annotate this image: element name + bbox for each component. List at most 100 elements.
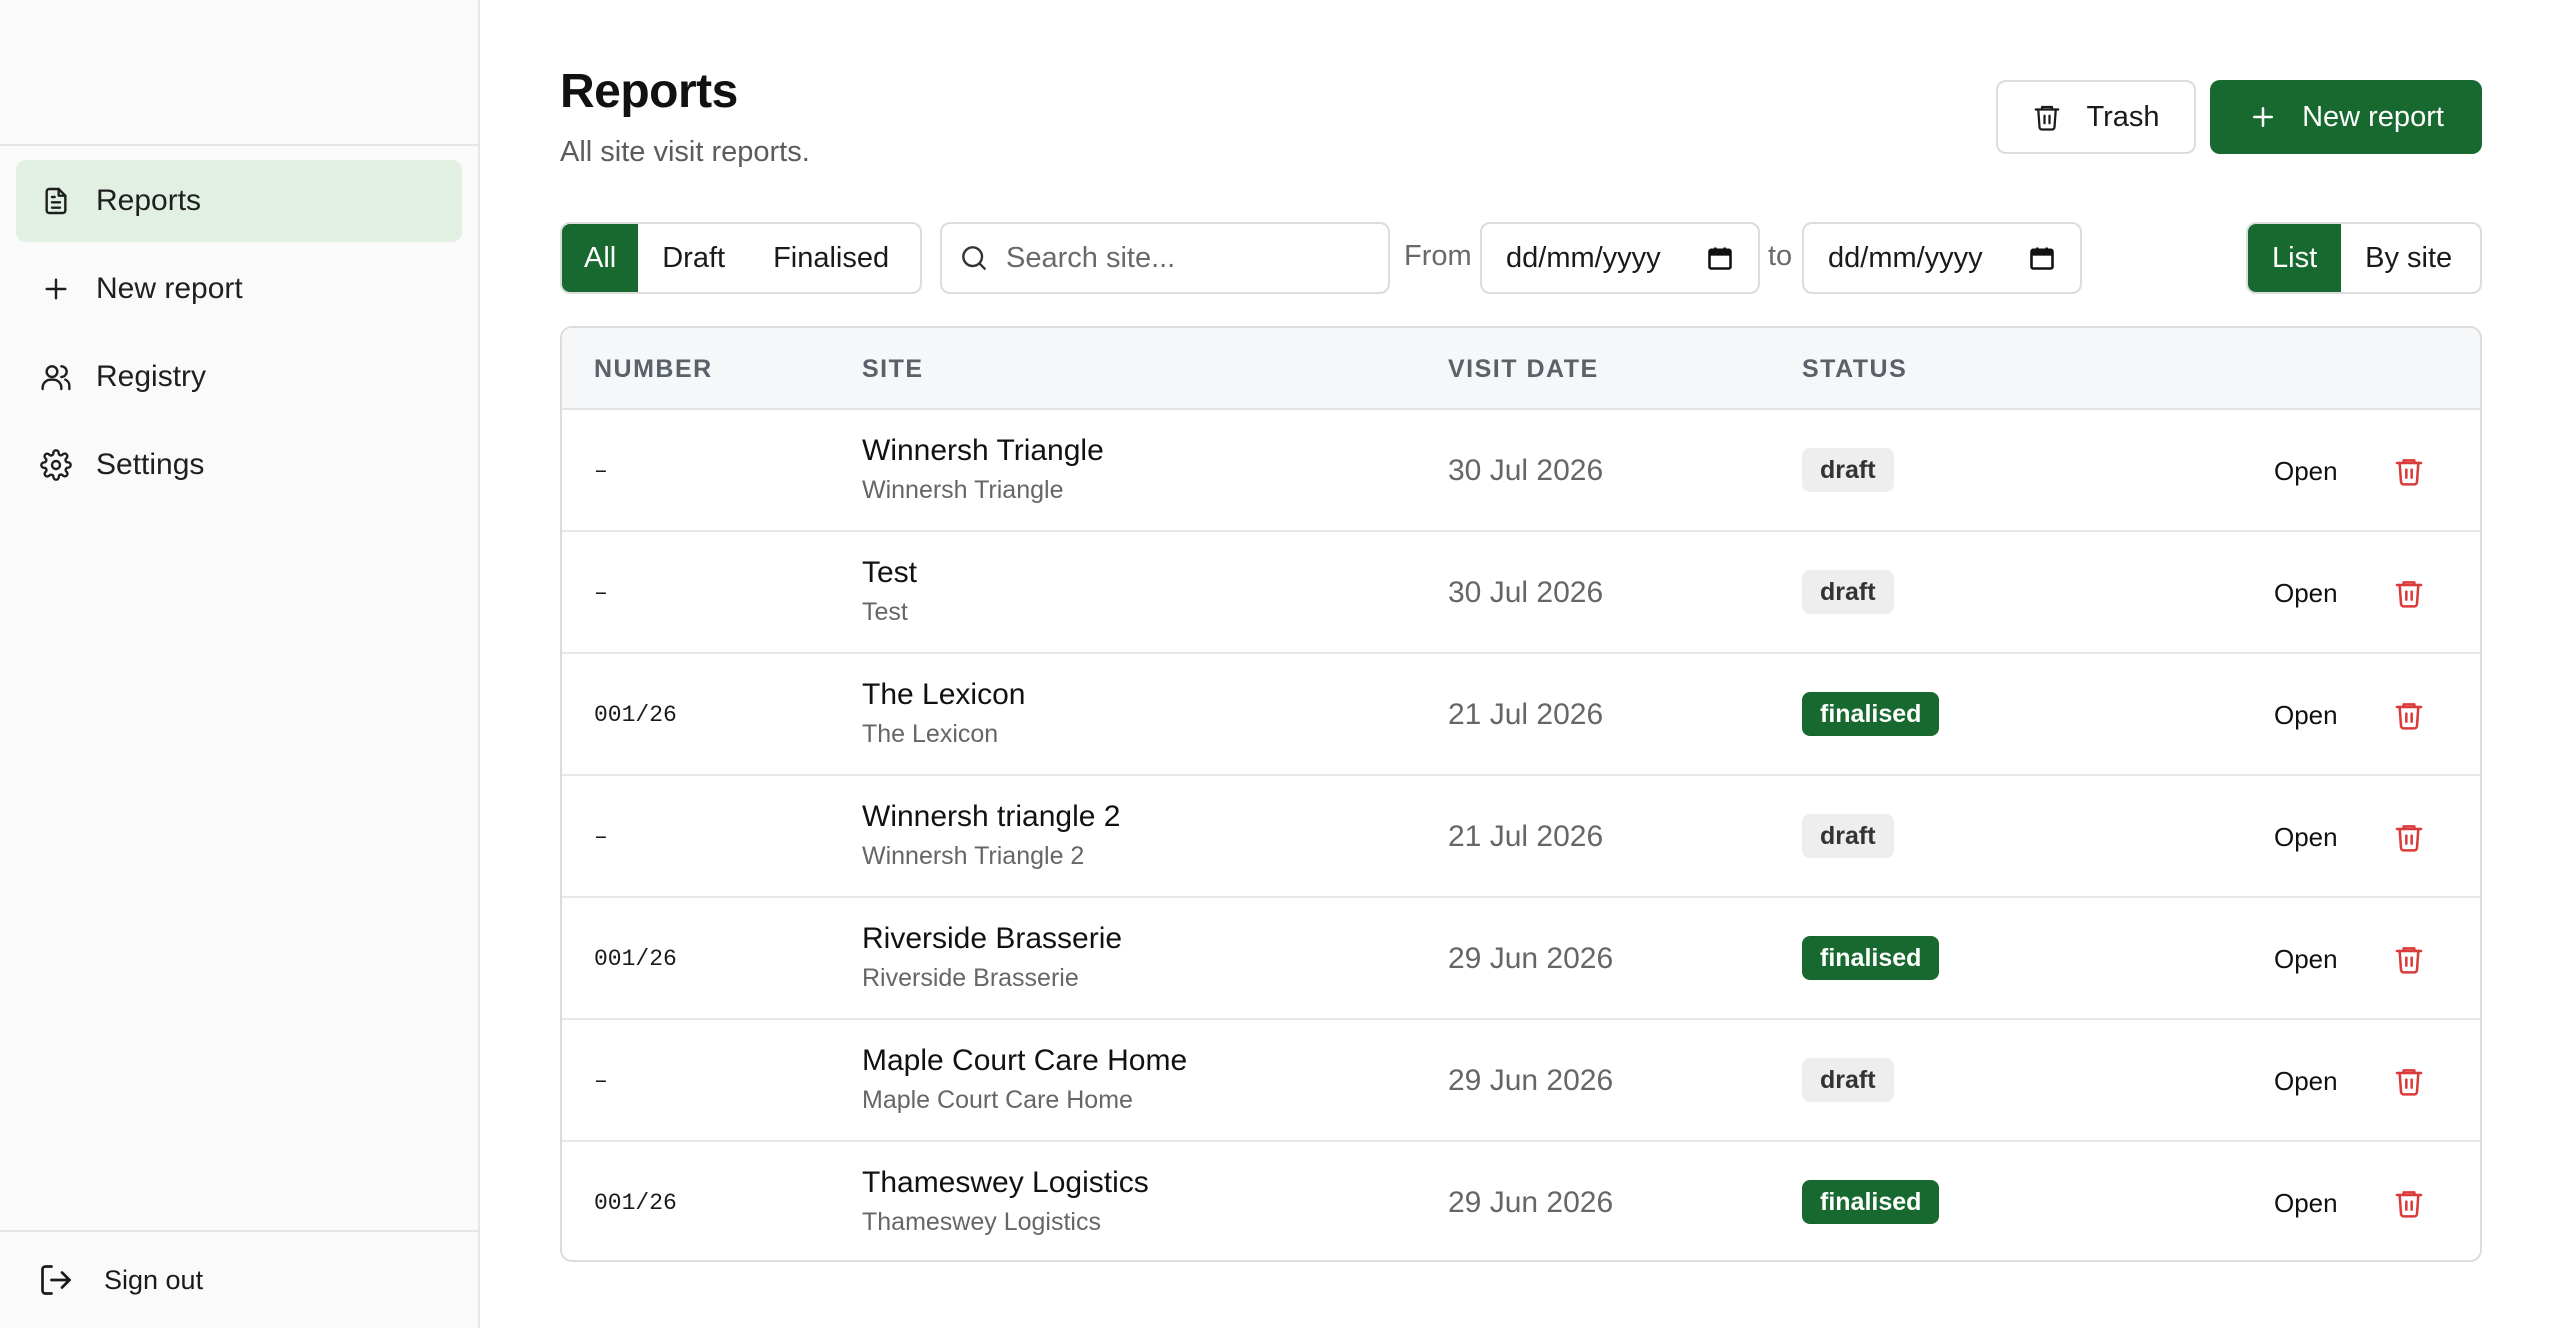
site-subtitle: Winnersh Triangle (862, 476, 1064, 504)
sidebar-item-label: Registry (96, 360, 207, 393)
new-report-button[interactable]: New report (2210, 80, 2482, 154)
site-subtitle: Test (862, 598, 908, 626)
page-title: Reports (560, 65, 738, 118)
report-number: – (594, 824, 608, 850)
view-toggle-by-site[interactable]: By site (2341, 224, 2476, 292)
column-header-site[interactable]: SITE (862, 328, 924, 410)
sidebar-item-label: New report (96, 272, 243, 305)
delete-button[interactable] (2392, 575, 2426, 611)
column-header-number[interactable]: NUMBER (594, 328, 713, 410)
open-button[interactable]: Open (2274, 654, 2338, 776)
delete-button[interactable] (2392, 819, 2426, 855)
open-button[interactable]: Open (2274, 1142, 2338, 1260)
to-date-value: dd/mm/yyyy (1828, 241, 1983, 274)
sidebar-item-label: Reports (96, 184, 202, 217)
status-filter-finalised[interactable]: Finalised (749, 224, 913, 292)
from-date-field[interactable]: dd/mm/yyyy (1480, 222, 1760, 294)
visit-date: 21 Jul 2026 (1448, 698, 1604, 731)
sidebar-brand-area (0, 0, 478, 146)
visit-date: 30 Jul 2026 (1448, 454, 1604, 487)
delete-button[interactable] (2392, 1185, 2426, 1221)
delete-button[interactable] (2392, 453, 2426, 489)
page-subtitle: All site visit reports. (560, 136, 810, 168)
table-row[interactable]: – Maple Court Care Home Maple Court Care… (562, 1020, 2480, 1142)
report-number: 001/26 (594, 702, 677, 728)
to-label: to (1768, 240, 1793, 272)
site-name: Maple Court Care Home (862, 1044, 1188, 1077)
sidebar-nav: Reports New report Registry Settings (0, 146, 478, 526)
status-filter-all[interactable]: All (562, 224, 639, 292)
site-name: Test (862, 556, 918, 589)
site-subtitle: Maple Court Care Home (862, 1086, 1133, 1114)
open-button[interactable]: Open (2274, 1020, 2338, 1142)
search-input[interactable] (1006, 241, 1366, 275)
open-button[interactable]: Open (2274, 776, 2338, 898)
to-date-field[interactable]: dd/mm/yyyy (1802, 222, 2082, 294)
trash-icon (2395, 459, 2423, 486)
site-subtitle: Riverside Brasserie (862, 964, 1079, 992)
reports-table: NUMBER SITE VISIT DATE STATUS – Winnersh… (560, 326, 2482, 1262)
table-row[interactable]: 001/26 The Lexicon The Lexicon 21 Jul 20… (562, 654, 2480, 776)
sign-out-button[interactable]: Sign out (0, 1230, 478, 1328)
search-icon (962, 246, 986, 270)
report-number: – (594, 580, 608, 606)
from-date-value: dd/mm/yyyy (1506, 241, 1661, 274)
report-number: – (594, 458, 608, 484)
sidebar-item-label: Settings (96, 448, 205, 481)
status-filter-draft[interactable]: Draft (638, 224, 749, 292)
trash-icon (2395, 947, 2423, 974)
status-badge: finalised (1802, 1180, 1940, 1224)
status-badge: finalised (1802, 692, 1940, 736)
trash-icon (2395, 703, 2423, 730)
sign-out-icon (41, 1265, 71, 1295)
column-header-status[interactable]: STATUS (1802, 328, 1907, 410)
table-row[interactable]: – Test Test 30 Jul 2026 draft Open (562, 532, 2480, 654)
sidebar: Reports New report Registry Settings Sig… (0, 0, 480, 1328)
view-toggle: List By site (2246, 222, 2482, 294)
sidebar-item-settings[interactable]: Settings (16, 424, 462, 506)
trash-button-label: Trash (2086, 100, 2160, 133)
from-label: From (1404, 240, 1472, 272)
visit-date: 29 Jun 2026 (1448, 1064, 1614, 1097)
sidebar-item-registry[interactable]: Registry (16, 336, 462, 418)
sidebar-item-new-report[interactable]: New report (16, 248, 462, 330)
new-report-button-label: New report (2302, 100, 2444, 133)
trash-icon (2395, 581, 2423, 608)
trash-button[interactable]: Trash (1996, 80, 2196, 154)
open-button[interactable]: Open (2274, 410, 2338, 532)
calendar-icon[interactable] (2028, 244, 2056, 272)
table-row[interactable]: – Winnersh Triangle Winnersh Triangle 30… (562, 410, 2480, 532)
report-number: – (594, 1068, 608, 1094)
site-name: The Lexicon (862, 678, 1026, 711)
document-icon (40, 185, 72, 217)
plus-icon (40, 273, 72, 305)
site-subtitle: Winnersh Triangle 2 (862, 842, 1085, 870)
visit-date: 29 Jun 2026 (1448, 1186, 1614, 1219)
table-body: – Winnersh Triangle Winnersh Triangle 30… (562, 410, 2480, 1260)
trash-icon (2395, 1191, 2423, 1218)
delete-button[interactable] (2392, 697, 2426, 733)
column-header-visit-date[interactable]: VISIT DATE (1448, 328, 1599, 410)
open-button[interactable]: Open (2274, 898, 2338, 1020)
delete-button[interactable] (2392, 941, 2426, 977)
table-row[interactable]: 001/26 Riverside Brasserie Riverside Bra… (562, 898, 2480, 1020)
gear-icon (40, 449, 72, 481)
status-badge: draft (1802, 814, 1894, 858)
table-row[interactable]: 001/26 Thameswey Logistics Thameswey Log… (562, 1142, 2480, 1260)
site-name: Winnersh Triangle (862, 434, 1104, 467)
calendar-icon[interactable] (1706, 244, 1734, 272)
status-badge: draft (1802, 448, 1894, 492)
trash-icon (2035, 105, 2060, 131)
status-badge: draft (1802, 1058, 1894, 1102)
status-badge: finalised (1802, 936, 1940, 980)
sidebar-item-reports[interactable]: Reports (16, 160, 462, 242)
view-toggle-list[interactable]: List (2248, 224, 2342, 292)
visit-date: 29 Jun 2026 (1448, 942, 1614, 975)
open-button[interactable]: Open (2274, 532, 2338, 654)
delete-button[interactable] (2392, 1063, 2426, 1099)
site-name: Winnersh triangle 2 (862, 800, 1121, 833)
visit-date: 30 Jul 2026 (1448, 576, 1604, 609)
report-number: 001/26 (594, 1190, 677, 1216)
trash-icon (2395, 1069, 2423, 1096)
table-row[interactable]: – Winnersh triangle 2 Winnersh Triangle … (562, 776, 2480, 898)
